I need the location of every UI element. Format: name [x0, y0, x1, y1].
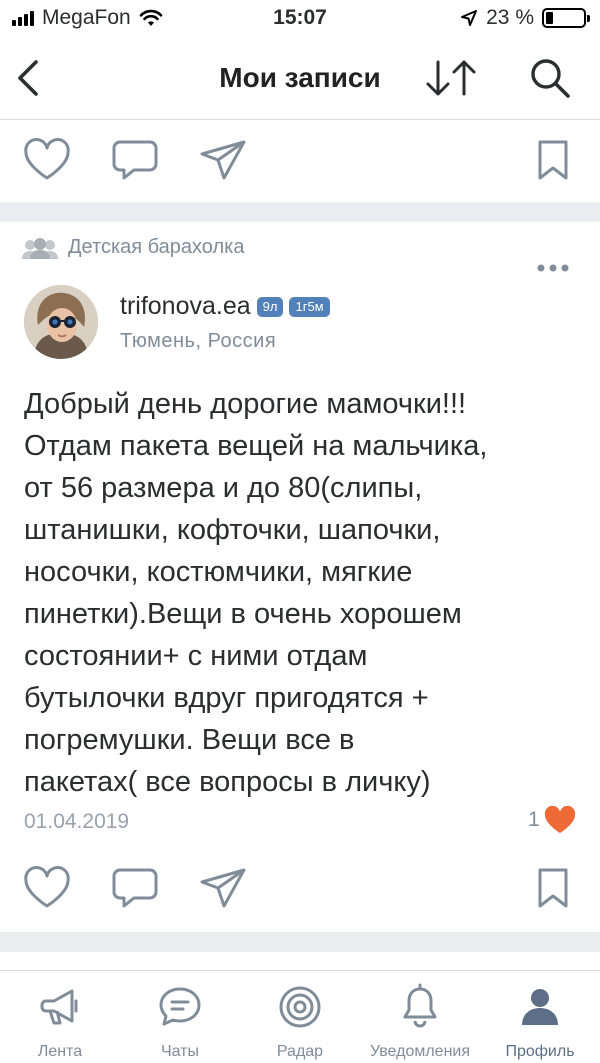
tab-profile[interactable]: Профиль: [480, 971, 600, 1063]
post-text: Добрый день дорогие мамочки!!! Отдам пак…: [24, 388, 488, 798]
search-icon[interactable]: [526, 56, 574, 100]
tab-radar[interactable]: Радар: [240, 971, 360, 1063]
likes-counter[interactable]: 1: [528, 806, 576, 834]
tab-label: Профиль: [505, 1043, 575, 1060]
person-icon: [522, 989, 558, 1025]
share-icon[interactable]: [198, 866, 248, 910]
child-age-badge: 9л: [256, 296, 284, 317]
author-name[interactable]: trifonova.ea: [120, 292, 251, 321]
status-bar: MegaFon 15:07 23 %: [0, 0, 600, 40]
previous-post-actions: [0, 120, 600, 200]
tab-label: Лента: [37, 1043, 83, 1060]
chat-bubble-icon: [159, 987, 201, 1026]
battery-percent: 23 %: [486, 6, 534, 29]
comment-icon[interactable]: [110, 866, 160, 910]
tab-bar: Лента Чаты Радар Уведомления Профиль: [0, 970, 600, 1063]
post-source[interactable]: Детская барахолка: [22, 236, 244, 259]
tab-feed[interactable]: Лента: [0, 971, 120, 1063]
post-date: 01.04.2019: [24, 810, 130, 833]
author-line: trifonova.ea 9л 1г5м: [120, 292, 330, 321]
megaphone-icon: [40, 989, 78, 1025]
source-name: Детская барахолка: [68, 236, 245, 258]
avatar[interactable]: [24, 285, 98, 359]
child-age-badge: 1г5м: [289, 296, 330, 317]
likes-count: 1: [528, 808, 540, 831]
bookmark-icon[interactable]: [528, 138, 578, 182]
battery-icon: [542, 8, 590, 28]
author-location: Тюмень, Россия: [120, 330, 277, 352]
location-arrow-icon: [461, 10, 478, 26]
more-options-icon[interactable]: [533, 258, 573, 278]
navigation-bar: Мои записи: [0, 40, 600, 120]
community-icon: [22, 237, 58, 259]
like-icon[interactable]: [22, 866, 72, 910]
tab-notifications[interactable]: Уведомления: [360, 971, 480, 1063]
bookmark-icon[interactable]: [528, 866, 578, 910]
tab-label: Чаты: [160, 1043, 200, 1060]
tab-label: Радар: [276, 1043, 324, 1060]
like-icon[interactable]: [22, 138, 72, 182]
heart-filled-icon: [544, 806, 575, 833]
radar-icon: [279, 986, 321, 1028]
comment-icon[interactable]: [110, 138, 160, 182]
post-separator: [0, 932, 600, 952]
post-separator: [0, 202, 600, 222]
post-actions: [0, 848, 600, 928]
sort-icon[interactable]: [424, 58, 478, 98]
tab-chats[interactable]: Чаты: [120, 971, 240, 1063]
bell-icon: [403, 983, 437, 1028]
page-title: Мои записи: [219, 62, 381, 93]
tab-label: Уведомления: [369, 1043, 471, 1060]
share-icon[interactable]: [198, 138, 248, 182]
